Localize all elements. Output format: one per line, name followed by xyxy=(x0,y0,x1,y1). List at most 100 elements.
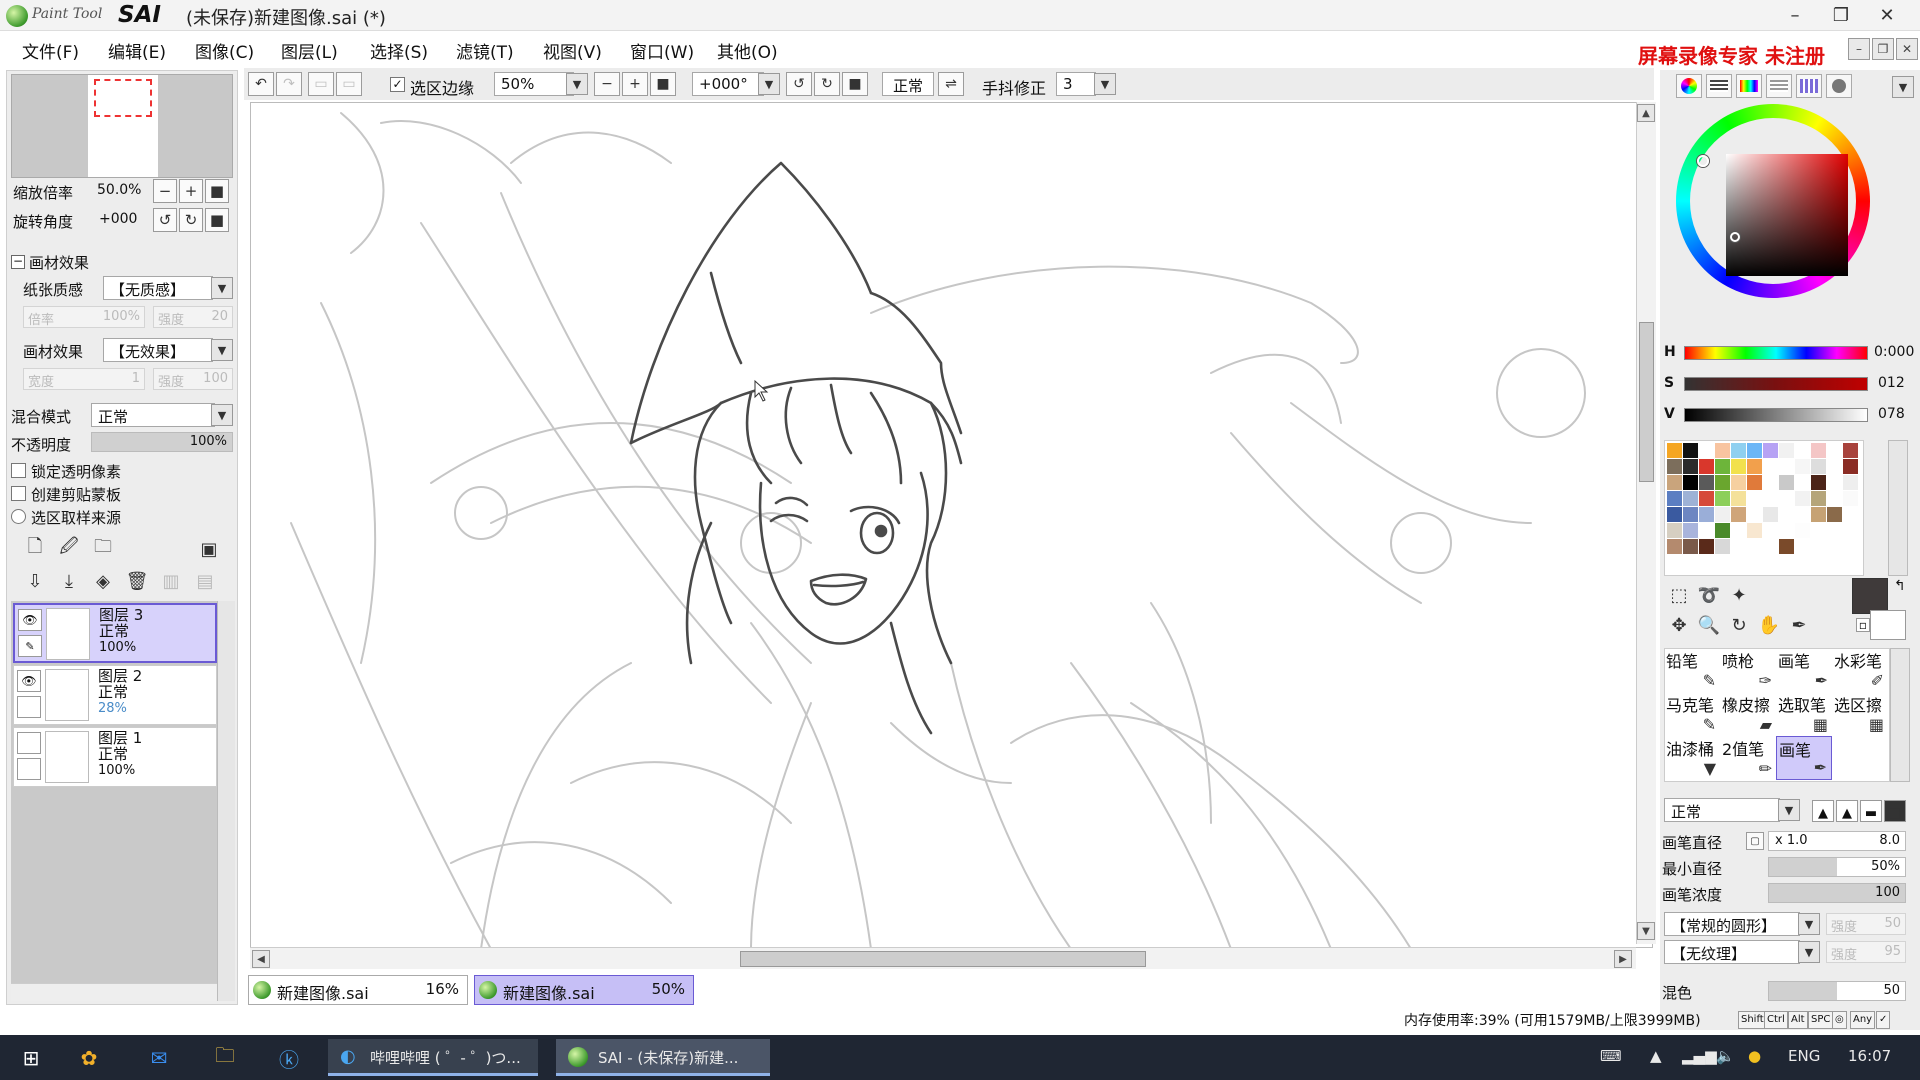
layer-row-3[interactable]: 👁 ✎ 图层 3 正常 100% xyxy=(13,603,217,663)
layer-mask-button[interactable]: ▥ xyxy=(159,569,183,593)
tip-shape-flat-button[interactable]: ■ xyxy=(1884,800,1906,822)
color-swatch[interactable] xyxy=(1827,475,1842,490)
zoom-tool[interactable]: 🔍 xyxy=(1696,612,1722,638)
swatch-scrollbar[interactable] xyxy=(1888,440,1908,576)
brush-blend-select[interactable]: 正常 xyxy=(1664,798,1780,822)
horizontal-scroll-thumb[interactable] xyxy=(740,951,1146,967)
move-tool[interactable]: ✥ xyxy=(1666,612,1692,638)
menu-select[interactable]: 选择(S) xyxy=(370,38,428,63)
color-swatch[interactable] xyxy=(1731,523,1746,538)
close-button[interactable]: ✕ xyxy=(1864,0,1910,31)
brush-effect-select[interactable]: 【无效果】 xyxy=(103,338,213,362)
layer-list-scrollbar[interactable] xyxy=(217,601,235,1001)
taskbar-app-sai[interactable]: SAI - (未保存)新建... xyxy=(556,1039,770,1076)
color-swatch[interactable] xyxy=(1731,459,1746,474)
color-swatch[interactable] xyxy=(1667,507,1682,522)
color-swatch[interactable] xyxy=(1843,507,1858,522)
merge-down-button[interactable]: ⤓ xyxy=(57,569,81,593)
brush-select-eraser[interactable]: 选区擦 ▦ xyxy=(1832,692,1888,736)
menu-file[interactable]: 文件(F) xyxy=(22,38,79,63)
color-swatch[interactable] xyxy=(1683,491,1698,506)
color-swatch[interactable] xyxy=(1667,443,1682,458)
brush-airbrush[interactable]: 喷枪 ✑ xyxy=(1720,648,1776,692)
color-swatch[interactable] xyxy=(1667,491,1682,506)
color-swatch[interactable] xyxy=(1667,475,1682,490)
flip-view-button[interactable]: ⇌ xyxy=(938,72,964,96)
swatches-tab[interactable] xyxy=(1796,74,1822,98)
opacity-slider[interactable]: 100% xyxy=(91,432,233,452)
color-swatch[interactable] xyxy=(1715,475,1730,490)
brush-brush-custom[interactable]: 画笔 ✒ xyxy=(1776,736,1832,780)
pinned-app-1[interactable]: ✿ xyxy=(74,1043,104,1073)
color-swatch[interactable] xyxy=(1779,539,1794,554)
color-swatch[interactable] xyxy=(1667,459,1682,474)
visibility-toggle[interactable] xyxy=(17,732,41,754)
menu-window[interactable]: 窗口(W) xyxy=(630,38,694,63)
secondary-color-swatch[interactable] xyxy=(1870,610,1906,640)
min-size-slider[interactable]: 50% xyxy=(1768,857,1906,877)
color-swatch[interactable] xyxy=(1779,459,1794,474)
color-swatch[interactable] xyxy=(1763,459,1778,474)
drawing-canvas[interactable] xyxy=(250,102,1653,948)
color-swatch[interactable] xyxy=(1779,523,1794,538)
layer-list-hscroll[interactable] xyxy=(11,983,217,1001)
navigator-preview[interactable] xyxy=(11,74,233,178)
color-swatch[interactable] xyxy=(1731,539,1746,554)
lock-transparency-checkbox[interactable] xyxy=(11,463,26,478)
color-swatch[interactable] xyxy=(1667,523,1682,538)
rotate-left-button[interactable]: ↺ xyxy=(153,208,177,232)
swap-colors-icon[interactable]: ↰ xyxy=(1894,578,1906,594)
view-blend-select[interactable]: 正常 xyxy=(882,72,934,96)
rgb-slider-tab[interactable] xyxy=(1706,74,1732,98)
brush-marker[interactable]: 马克笔 ✎ xyxy=(1664,692,1720,736)
deselect-button[interactable]: ▭ xyxy=(308,72,334,96)
layer-panel-option-button[interactable]: ▣ xyxy=(197,537,221,561)
blend-mode-dropdown[interactable]: ▼ xyxy=(211,404,233,426)
color-swatch[interactable] xyxy=(1827,507,1842,522)
color-swatch[interactable] xyxy=(1715,507,1730,522)
color-swatch[interactable] xyxy=(1731,507,1746,522)
zoom-dropdown[interactable]: ▼ xyxy=(566,73,588,95)
color-swatch[interactable] xyxy=(1843,491,1858,506)
saturation-value[interactable]: 012 xyxy=(1878,375,1905,391)
rotate-reset-button[interactable]: ■ xyxy=(205,208,229,232)
toolbar-zoom-out-button[interactable]: − xyxy=(594,72,620,96)
color-swatch[interactable] xyxy=(1683,507,1698,522)
paper-texture-dropdown[interactable]: ▼ xyxy=(211,277,233,299)
color-swatch[interactable] xyxy=(1699,459,1714,474)
color-swatch[interactable] xyxy=(1747,475,1762,490)
hue-slider[interactable] xyxy=(1684,346,1868,360)
primary-color-swatch[interactable] xyxy=(1852,578,1888,614)
canvas-vertical-scrollbar[interactable]: ▲ ▼ xyxy=(1636,102,1656,944)
effect-width-field[interactable]: 宽度 1 xyxy=(23,368,145,390)
new-folder-button[interactable]: 🗀 xyxy=(91,536,115,561)
paper-strength-field[interactable]: 强度 20 xyxy=(153,306,233,328)
file-explorer-button[interactable]: 🗀 xyxy=(210,1043,240,1073)
rotation-dropdown[interactable]: ▼ xyxy=(758,73,780,95)
color-swatch[interactable] xyxy=(1731,443,1746,458)
color-swatch[interactable] xyxy=(1699,491,1714,506)
color-swatch[interactable] xyxy=(1715,491,1730,506)
color-swatch[interactable] xyxy=(1763,523,1778,538)
scroll-left-button[interactable]: ◀ xyxy=(252,950,270,968)
color-swatch[interactable] xyxy=(1763,475,1778,490)
navigator-view-rect[interactable] xyxy=(94,79,152,117)
rotate-right-button[interactable]: ↻ xyxy=(179,208,203,232)
blending-slider[interactable]: 50 xyxy=(1768,981,1906,1001)
brush-shape-strength-field[interactable]: 强度 50 xyxy=(1826,913,1906,935)
color-swatch[interactable] xyxy=(1731,475,1746,490)
paper-texture-select[interactable]: 【无质感】 xyxy=(103,276,213,300)
pinned-app-2[interactable]: ✉ xyxy=(144,1043,174,1073)
lock-toggle[interactable] xyxy=(17,696,41,718)
color-swatch[interactable] xyxy=(1843,539,1858,554)
selection-edge-checkbox[interactable]: ✓ xyxy=(390,77,405,92)
eyedropper-tool[interactable]: ✒ xyxy=(1786,612,1812,638)
eye-icon[interactable]: 👁 xyxy=(18,609,42,631)
mdi-minimize-button[interactable]: – xyxy=(1848,38,1870,60)
value-slider[interactable] xyxy=(1684,408,1868,422)
color-swatch[interactable] xyxy=(1715,459,1730,474)
brush-eraser[interactable]: 橡皮擦 ▰ xyxy=(1720,692,1776,736)
brush-effect-dropdown[interactable]: ▼ xyxy=(211,339,233,361)
color-swatch[interactable] xyxy=(1795,459,1810,474)
color-mixer-tab[interactable] xyxy=(1766,74,1792,98)
